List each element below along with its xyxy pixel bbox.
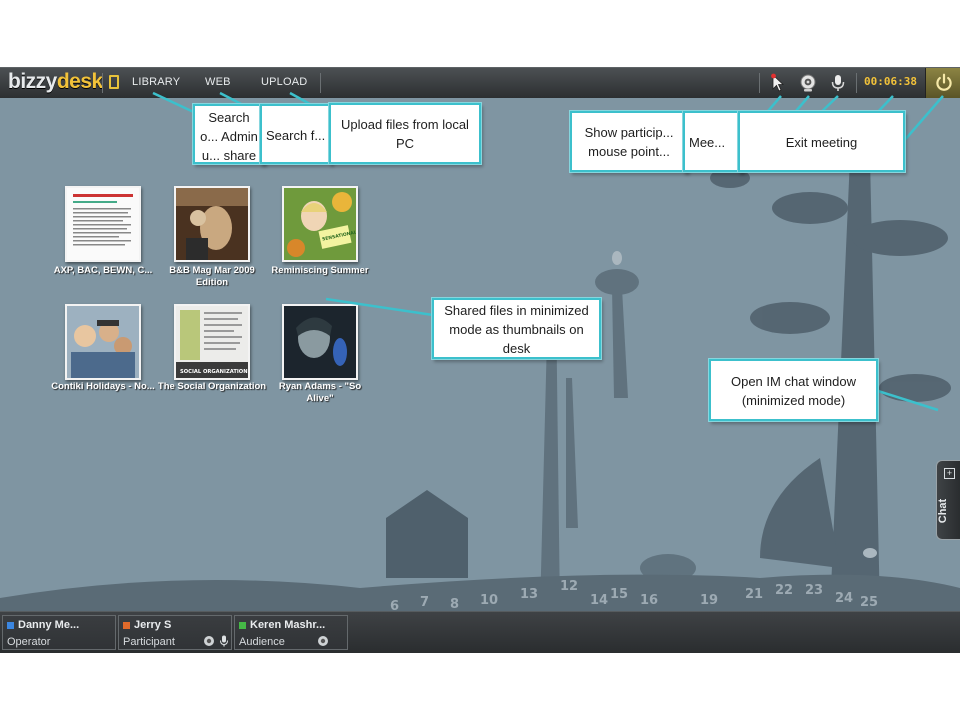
callout-im-chat: Open IM chat window (minimized mode)	[709, 359, 878, 421]
callout-show-pointer: Show particip... mouse point...	[570, 111, 688, 172]
callout-search-web: Search f...	[260, 104, 332, 164]
callout-meeting: Mee...	[683, 111, 743, 172]
leader-line	[902, 95, 944, 143]
callout-upload: Upload files from local PC	[329, 103, 481, 164]
callout-search-library: Search o... Admin u... share in...	[193, 104, 265, 164]
leader-line	[325, 297, 434, 317]
callout-exit-meeting: Exit meeting	[738, 111, 905, 172]
leader-line	[877, 389, 939, 412]
callout-shared-files: Shared files in minimized mode as thumbn…	[432, 298, 601, 359]
